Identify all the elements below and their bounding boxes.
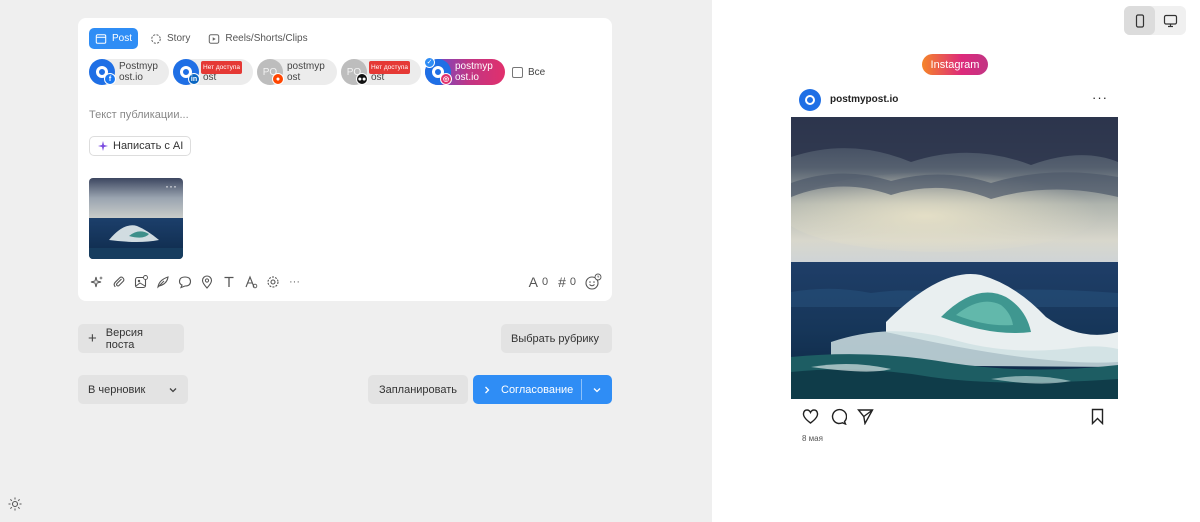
chevron-down-icon (593, 387, 601, 392)
comment-icon[interactable] (177, 274, 192, 289)
post-type-tabs: Post Story Reels/Shorts/Clips (89, 28, 314, 49)
account-name-line2: ost (287, 72, 301, 83)
device-view-toggle (1124, 6, 1186, 35)
account-name-line1: postmyp (455, 61, 493, 72)
account-name-line2: ost.io (119, 72, 143, 83)
medium-icon: ●● (356, 73, 368, 85)
post-version-label: Версия поста (105, 326, 143, 351)
bookmark-icon[interactable] (1089, 408, 1106, 425)
attachment-icon[interactable] (111, 274, 126, 289)
comment-icon[interactable] (830, 408, 847, 425)
character-count-icon: A (528, 274, 538, 290)
tab-story-label: Story (167, 33, 191, 44)
tab-reels-label: Reels/Shorts/Clips (225, 33, 308, 44)
select-all-label: Все (528, 66, 546, 78)
no-access-badge: Нет доступа (369, 61, 410, 74)
tab-story[interactable]: Story (144, 28, 196, 49)
schedule-label: Запланировать (378, 383, 458, 396)
post-text-input[interactable]: Текст публикации... (89, 109, 189, 121)
plus-icon: + (88, 330, 97, 347)
tab-reels[interactable]: Reels/Shorts/Clips (202, 28, 313, 49)
write-with-ai-label: Написать с AI (113, 140, 184, 152)
media-thumbnail[interactable]: ··· (89, 178, 183, 259)
emoji-icon[interactable] (584, 273, 602, 291)
location-icon[interactable] (199, 274, 214, 289)
account-selector: f Postmypost.io in Нет доступа Poost PO … (89, 57, 546, 85)
editor-toolbar: ··· (89, 274, 302, 289)
choose-rubric-label: Выбрать рубрику (511, 332, 599, 345)
mobile-view-button[interactable] (1124, 6, 1155, 35)
linkedin-icon: in (188, 73, 200, 85)
instagram-icon: ◎ (440, 73, 452, 85)
window-icon (95, 33, 107, 44)
thumbnail-menu-icon[interactable]: ··· (165, 179, 177, 193)
approval-button[interactable]: Согласование (473, 375, 612, 404)
heart-icon[interactable] (802, 408, 819, 425)
more-options-icon[interactable]: ··· (1092, 90, 1108, 105)
hashtag-icon: # (558, 274, 566, 290)
account-chip-instagram[interactable]: ✓ ◎ postmyp ost.io (424, 57, 505, 85)
draft-label: В черновик (88, 383, 146, 396)
story-circle-icon (151, 33, 161, 44)
account-name: postmyp​ost.io (830, 94, 899, 105)
account-chip-facebook[interactable]: f Postmyp ost.io (89, 59, 169, 85)
schedule-button[interactable]: Запланировать (368, 375, 468, 404)
sparkle-icon (98, 141, 108, 151)
preview-panel: Instagram postmyp​ost.io ··· (712, 0, 1200, 522)
monitor-icon (1163, 14, 1178, 27)
post-header: postmyp​ost.io ··· (791, 82, 1118, 117)
choose-rubric-button[interactable]: Выбрать рубрику (501, 324, 612, 353)
account-name-line2: ost.io (455, 72, 479, 83)
account-chip-medium[interactable]: PO ●● Нет доступа Poost (341, 59, 421, 85)
account-chip-reddit[interactable]: PO ● postmyp ost (257, 59, 337, 85)
no-access-badge: Нет доступа (201, 61, 242, 74)
avatar (799, 88, 821, 111)
account-chip-linkedin[interactable]: in Нет доступа Poost (173, 59, 253, 85)
chevron-down-icon (169, 387, 177, 392)
checkmark-icon: ✓ (424, 57, 435, 68)
post-version-button[interactable]: + Версия поста (78, 324, 184, 353)
select-all[interactable]: Все (512, 66, 546, 78)
ocean-wave-image (791, 117, 1118, 399)
post-editor-card: Post Story Reels/Shorts/Clips f Postmyp o… (78, 18, 612, 301)
image-add-icon[interactable] (133, 274, 148, 289)
chevron-right-icon (485, 386, 490, 393)
facebook-icon: f (104, 73, 116, 85)
post-counters: A 0 # 0 (529, 273, 602, 291)
post-date: 8 мая (802, 434, 823, 443)
tab-post[interactable]: Post (89, 28, 139, 49)
account-name-line1: Postmyp (119, 61, 158, 72)
video-icon (209, 33, 220, 44)
approval-label: Согласование (501, 383, 574, 396)
account-name-line1: postmyp (287, 61, 325, 72)
text-format-icon[interactable] (221, 274, 236, 289)
select-all-checkbox[interactable] (512, 66, 523, 78)
write-with-ai-button[interactable]: Написать с AI (89, 136, 192, 156)
network-badge: Instagram (922, 54, 988, 75)
post-actions (791, 399, 1118, 433)
draft-dropdown[interactable]: В черновик (78, 375, 188, 404)
feather-icon[interactable] (155, 274, 170, 289)
font-style-icon[interactable] (243, 274, 258, 289)
hashtag-count: 0 (569, 276, 576, 288)
tab-post-label: Post (112, 33, 133, 44)
editor-panel: Post Story Reels/Shorts/Clips f Postmyp o… (0, 0, 712, 522)
settings-gear-icon[interactable] (265, 274, 280, 289)
desktop-view-button[interactable] (1155, 6, 1186, 35)
share-send-icon[interactable] (857, 408, 874, 425)
instagram-post-preview: postmyp​ost.io ··· (791, 82, 1118, 443)
approval-dropdown-toggle[interactable] (582, 375, 612, 404)
ai-sparkle-icon[interactable] (89, 274, 104, 289)
phone-icon (1135, 13, 1144, 28)
character-count: 0 (541, 276, 549, 288)
more-tools-icon[interactable]: ··· (287, 274, 302, 289)
sun-theme-icon[interactable] (8, 497, 22, 511)
reddit-icon: ● (272, 73, 284, 85)
